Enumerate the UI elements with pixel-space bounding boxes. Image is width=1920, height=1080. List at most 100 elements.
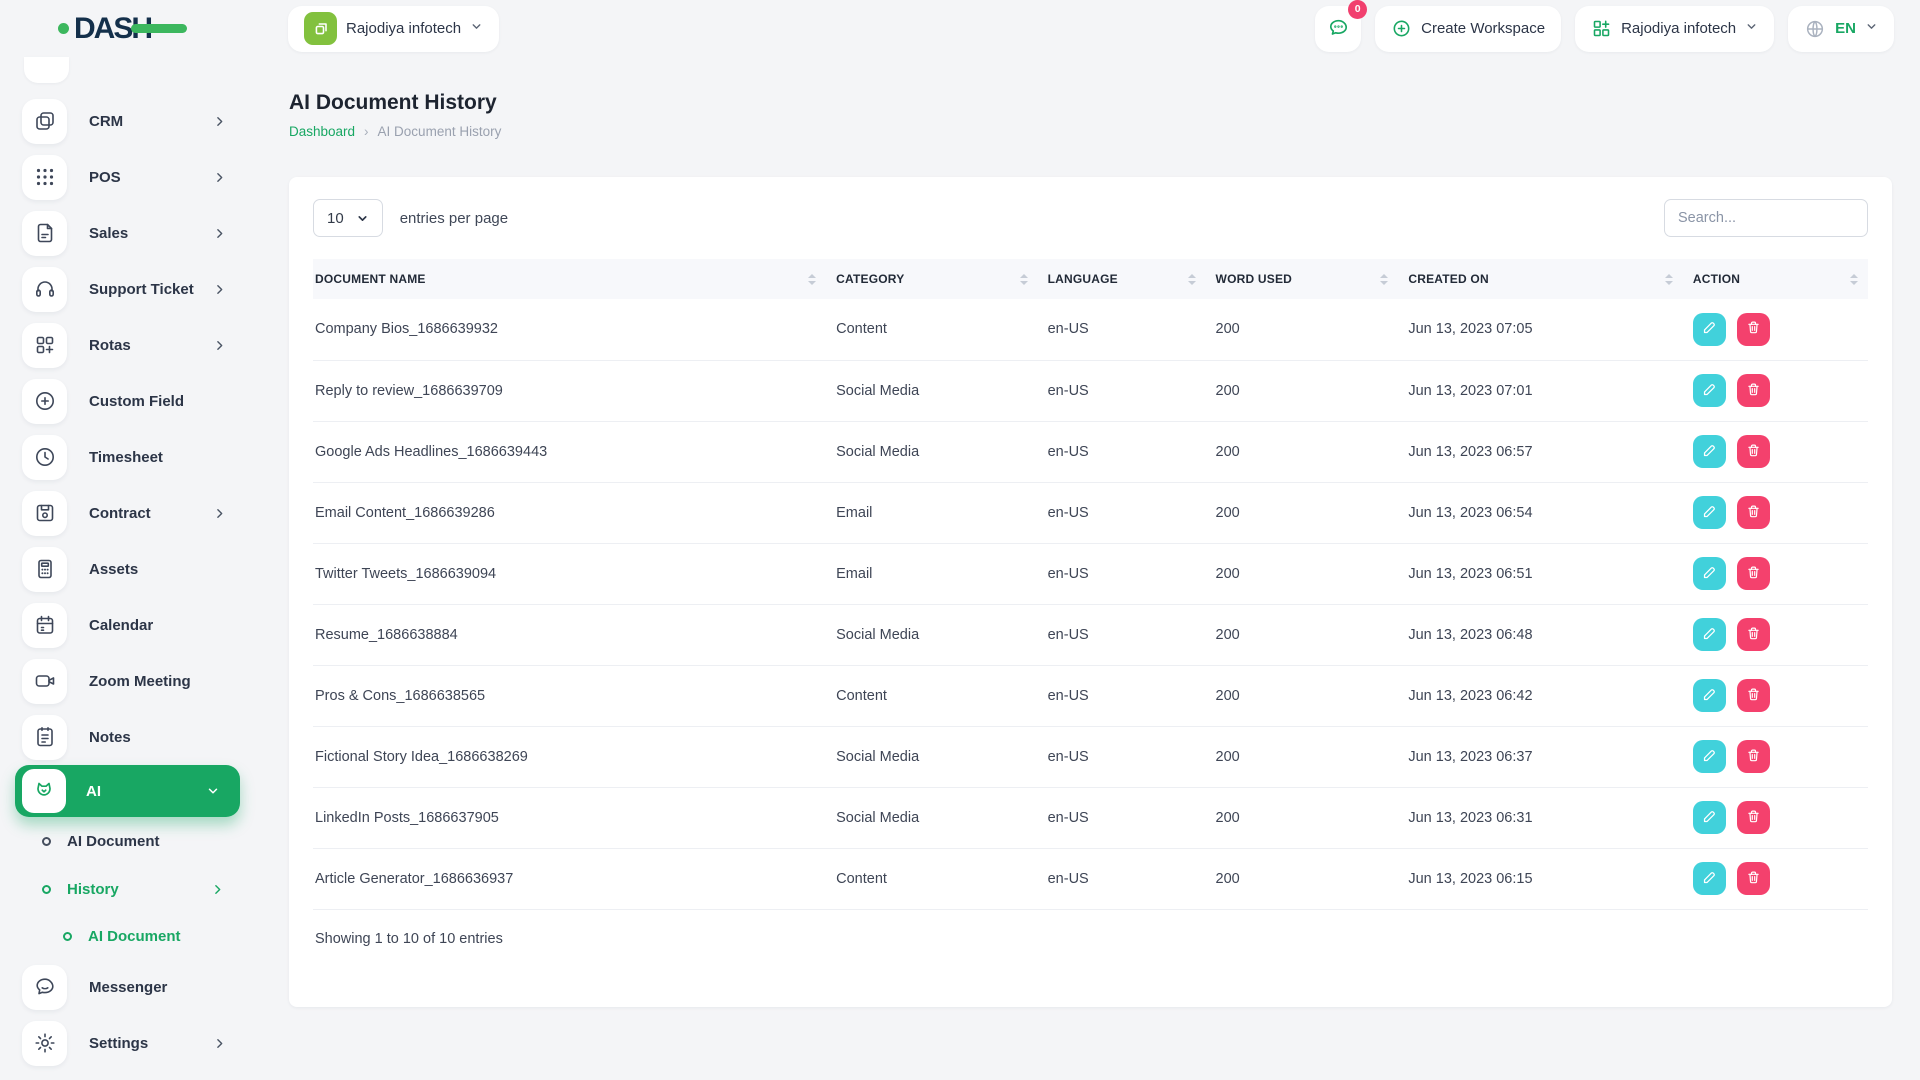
company-menu[interactable]: Rajodiya infotech <box>1575 5 1775 52</box>
sidebar-item-notes[interactable]: Notes <box>0 709 260 765</box>
column-header-created-on[interactable]: CREATED ON <box>1398 259 1683 299</box>
create-workspace-button[interactable]: Create Workspace <box>1375 5 1562 52</box>
trash-icon <box>1745 564 1762 584</box>
delete-button[interactable] <box>1736 496 1770 529</box>
sidebar-item-label: Custom Field <box>89 392 185 410</box>
cell-category: Social Media <box>826 725 1038 787</box>
cell-category: Social Media <box>826 786 1038 848</box>
sidebar-item-calendar[interactable]: Calendar <box>0 597 260 653</box>
delete-button[interactable] <box>1736 557 1770 590</box>
delete-button[interactable] <box>1736 618 1770 651</box>
sidebar-nav-bottom: Messenger Settings <box>0 959 260 1071</box>
sidebar-item-messenger[interactable]: Messenger <box>0 959 260 1015</box>
sidebar-subitem-history[interactable]: History <box>0 865 260 913</box>
breadcrumb-dashboard-link[interactable]: Dashboard <box>289 124 355 139</box>
edit-button[interactable] <box>1692 862 1726 896</box>
cell-actions <box>1682 664 1868 726</box>
edit-button[interactable] <box>1692 801 1726 834</box>
brand-logo[interactable]: DASH <box>58 12 248 46</box>
sidebar-subitem-ai-document-nested[interactable]: AI Document <box>0 913 260 959</box>
chevron-right-icon <box>213 227 226 240</box>
cell-language: en-US <box>1047 321 1089 338</box>
sidebar-item-support-ticket[interactable]: Support Ticket <box>0 261 260 317</box>
sidebar-item-label: Notes <box>89 728 131 746</box>
cell-words: 200 <box>1205 664 1399 726</box>
messages-badge: 0 <box>1348 0 1368 19</box>
cell-words: 200 <box>1205 847 1399 909</box>
documents-table: DOCUMENT NAME CATEGORY LANGUAGE WORD USED CR… <box>313 259 1868 909</box>
cell-name: Reply to review_1686639709 <box>313 359 827 421</box>
cell-category: Content <box>826 847 1038 909</box>
header-actions: 0 Create Workspace Rajodiya infotech EN <box>1315 0 1894 52</box>
sidebar-item-rotas[interactable]: Rotas <box>0 317 260 373</box>
cell-created: Jun 13, 2023 06:51 <box>1398 542 1683 604</box>
sidebar-item-custom-field[interactable]: Custom Field <box>0 373 260 429</box>
column-header-language[interactable]: LANGUAGE <box>1037 259 1206 299</box>
pencil-icon <box>1701 747 1718 767</box>
edit-button[interactable] <box>1692 618 1726 651</box>
language-menu[interactable]: EN <box>1788 5 1894 52</box>
workspace-switcher[interactable]: Rajodiya infotech <box>288 5 500 52</box>
cell-words: 200 <box>1205 359 1399 421</box>
column-header-document-name[interactable]: DOCUMENT NAME <box>313 259 827 299</box>
delete-button[interactable] <box>1736 862 1770 896</box>
sidebar-subitem-ai-document[interactable]: AI Document <box>0 817 260 865</box>
chevron-right-icon <box>213 171 226 184</box>
delete-button[interactable] <box>1736 679 1770 712</box>
table-row: LinkedIn Posts_1686637905 Social Media en-… <box>313 786 1868 848</box>
ai-submenu: AI Document History AI Document <box>0 817 260 959</box>
edit-button[interactable] <box>1692 557 1726 590</box>
cell-name: Company Bios_1686639932 <box>315 321 498 338</box>
sidebar-item-contract[interactable]: Contract <box>0 485 260 541</box>
edit-button[interactable] <box>1692 374 1726 407</box>
sidebar-item-label: Settings <box>89 1034 149 1052</box>
page-size-select[interactable]: 10 <box>313 199 383 237</box>
settings-icon <box>22 1020 67 1066</box>
edit-button[interactable] <box>1692 312 1726 346</box>
column-header-action[interactable]: ACTION <box>1682 259 1868 299</box>
trash-icon <box>1745 319 1762 339</box>
delete-button[interactable] <box>1736 740 1770 773</box>
search-input[interactable] <box>1664 199 1868 237</box>
custom-field-icon <box>22 378 67 424</box>
trash-icon <box>1745 381 1762 401</box>
company-name: Rajodiya infotech <box>1621 20 1737 37</box>
sidebar-item-ai[interactable]: AI <box>15 765 240 817</box>
edit-button[interactable] <box>1692 740 1726 773</box>
cell-language: en-US <box>1037 603 1206 665</box>
entries-summary: Showing 1 to 10 of 10 entries <box>313 909 1868 973</box>
sidebar-item-crm[interactable]: CRM <box>0 93 260 149</box>
sidebar-item-settings[interactable]: Settings <box>0 1015 260 1071</box>
table-row: Company Bios_1686639932 Content en-US 200 Ju… <box>313 299 1868 360</box>
chevron-down-icon <box>470 20 483 37</box>
messages-button[interactable]: 0 <box>1315 0 1368 52</box>
edit-button[interactable] <box>1692 679 1726 712</box>
cell-actions <box>1682 786 1868 848</box>
cell-name: Fictional Story Idea_1686638269 <box>313 725 827 787</box>
sidebar-item-sales[interactable]: Sales <box>0 205 260 261</box>
breadcrumb-current: AI Document History <box>377 124 502 139</box>
chevron-right-icon <box>213 115 226 128</box>
breadcrumb: Dashboard › AI Document History <box>289 124 1892 139</box>
delete-button[interactable] <box>1736 435 1770 468</box>
workspace-avatar-icon <box>304 12 337 45</box>
delete-button[interactable] <box>1736 374 1770 407</box>
notes-icon <box>22 714 67 760</box>
history-card: 10 entries per page DOCUMENT NAMECATEGOR… <box>289 177 1892 1007</box>
delete-button[interactable] <box>1736 312 1770 346</box>
sidebar-item-assets[interactable]: Assets <box>0 541 260 597</box>
column-header-category[interactable]: CATEGORY <box>826 259 1038 299</box>
sidebar-item-zoom-meeting[interactable]: Zoom Meeting <box>0 653 260 709</box>
chat-bubble-icon <box>1329 19 1347 35</box>
cell-words: 200 <box>1205 542 1399 604</box>
delete-button[interactable] <box>1736 801 1770 834</box>
sidebar-item-pos[interactable]: POS <box>0 149 260 205</box>
sidebar-nav: CRM POS Sales Support Ticket Rotas Custom Fie… <box>0 93 260 765</box>
edit-button[interactable] <box>1692 496 1726 529</box>
column-header-word-used[interactable]: WORD USED <box>1205 259 1399 299</box>
sidebar-item-timesheet[interactable]: Timesheet <box>0 429 260 485</box>
trash-icon <box>1745 686 1762 706</box>
org-grid-plus-icon <box>1593 20 1610 37</box>
table-row: Google Ads Headlines_1686639443 Social Me… <box>313 420 1868 482</box>
edit-button[interactable] <box>1692 435 1726 468</box>
